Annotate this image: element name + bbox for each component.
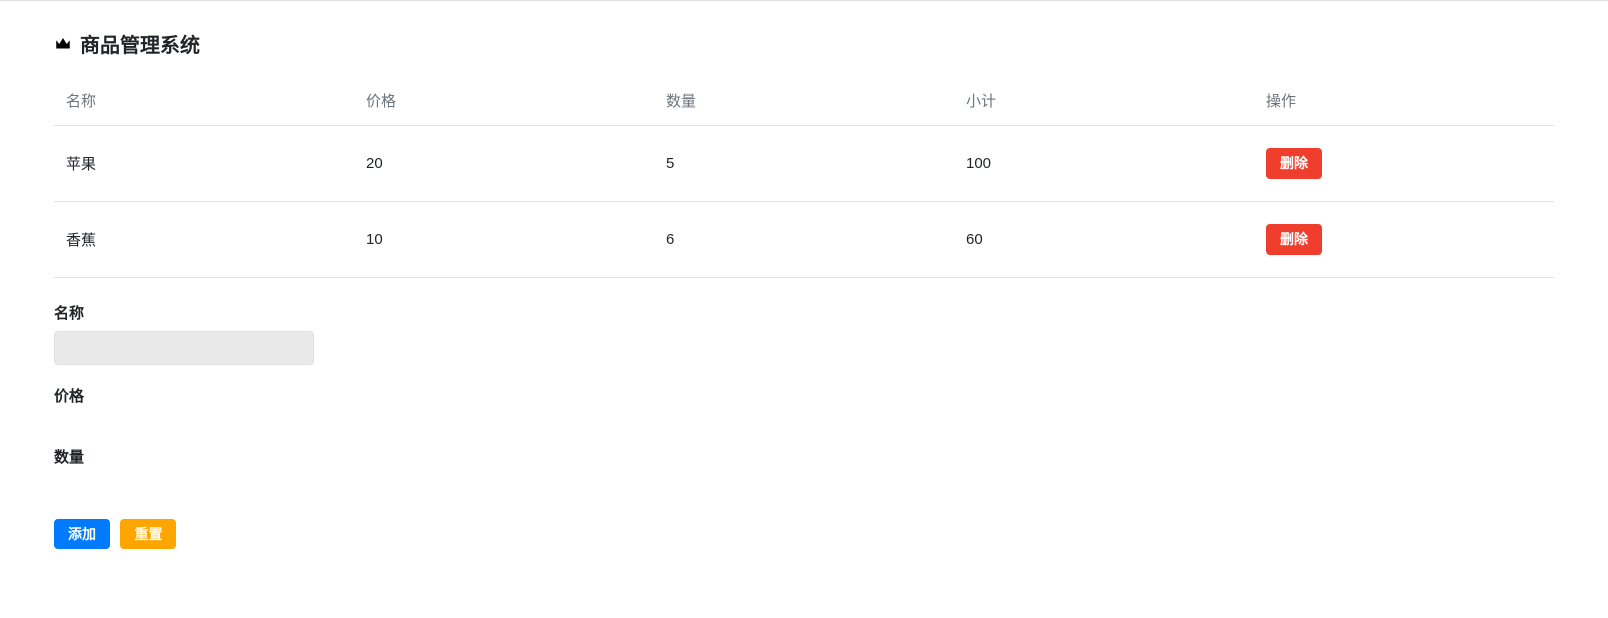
th-name: 名称 xyxy=(54,76,354,126)
crown-icon xyxy=(54,35,72,53)
delete-button[interactable]: 删除 xyxy=(1266,224,1322,255)
product-table: 名称 价格 数量 小计 操作 苹果 20 5 100 删除 香蕉 10 6 xyxy=(54,76,1554,278)
name-input[interactable] xyxy=(54,331,314,365)
page-title-text: 商品管理系统 xyxy=(80,29,200,58)
cell-price: 10 xyxy=(354,201,654,277)
page-title: 商品管理系统 xyxy=(54,29,1554,58)
reset-button[interactable]: 重置 xyxy=(120,519,176,550)
table-row: 苹果 20 5 100 删除 xyxy=(54,126,1554,202)
cell-name: 苹果 xyxy=(54,126,354,202)
price-label: 价格 xyxy=(54,385,1554,406)
delete-button[interactable]: 删除 xyxy=(1266,148,1322,179)
cell-quantity: 6 xyxy=(654,201,954,277)
cell-price: 20 xyxy=(354,126,654,202)
cell-name: 香蕉 xyxy=(54,201,354,277)
cell-subtotal: 60 xyxy=(954,201,1254,277)
th-quantity: 数量 xyxy=(654,76,954,126)
th-price: 价格 xyxy=(354,76,654,126)
th-subtotal: 小计 xyxy=(954,76,1254,126)
cell-subtotal: 100 xyxy=(954,126,1254,202)
th-action: 操作 xyxy=(1254,76,1554,126)
table-row: 香蕉 10 6 60 删除 xyxy=(54,201,1554,277)
name-label: 名称 xyxy=(54,302,1554,323)
quantity-label: 数量 xyxy=(54,446,1554,467)
add-button[interactable]: 添加 xyxy=(54,519,110,550)
cell-quantity: 5 xyxy=(654,126,954,202)
